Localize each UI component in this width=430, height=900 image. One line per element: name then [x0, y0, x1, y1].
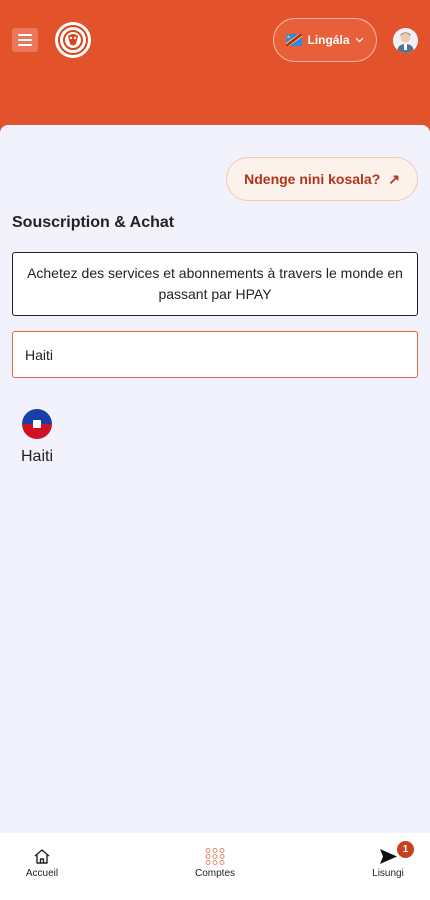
country-search-input[interactable] — [12, 331, 418, 378]
hamburger-line — [18, 39, 32, 41]
description-box: Achetez des services et abonnements à tr… — [12, 252, 418, 316]
home-icon — [34, 849, 50, 864]
nav-item-comptes[interactable]: Comptes — [185, 833, 245, 900]
hamburger-line — [18, 44, 32, 46]
flag-drc-icon — [286, 34, 303, 46]
country-label: Haiti — [20, 448, 53, 465]
chevron-down-icon — [355, 37, 363, 43]
brand-logo[interactable] — [55, 22, 91, 58]
help-label: Ndenge nini kosala? — [244, 171, 381, 187]
menu-button[interactable] — [12, 28, 38, 52]
bottom-navigation: Accueil Comptes Lisungi 1 — [0, 833, 430, 900]
help-button[interactable]: Ndenge nini kosala? ↗ — [226, 157, 418, 201]
description-text: Achetez des services et abonnements à tr… — [27, 265, 403, 302]
nav-label: Accueil — [25, 868, 59, 879]
notification-badge: 1 — [397, 841, 414, 858]
flag-haiti-icon — [22, 409, 52, 439]
hamburger-icon — [18, 34, 32, 36]
language-label: Lingála — [307, 33, 350, 47]
main-sheet: Ndenge nini kosala? ↗ Souscription & Ach… — [0, 125, 430, 833]
page-title: Souscription & Achat — [12, 214, 175, 231]
user-avatar[interactable] — [393, 28, 418, 53]
language-selector[interactable]: Lingála — [273, 18, 377, 62]
nav-label: Lisungi — [372, 868, 404, 879]
grid-icon — [205, 848, 225, 865]
top-bar: Lingála — [0, 0, 430, 125]
nav-item-accueil[interactable]: Accueil — [12, 833, 72, 900]
logo-icon — [58, 25, 88, 55]
send-icon — [379, 849, 397, 864]
nav-label: Comptes — [194, 868, 235, 879]
external-link-icon: ↗ — [388, 170, 400, 187]
country-item-haiti[interactable]: Haiti — [12, 409, 62, 466]
nav-item-lisungi[interactable]: Lisungi 1 — [358, 833, 418, 900]
